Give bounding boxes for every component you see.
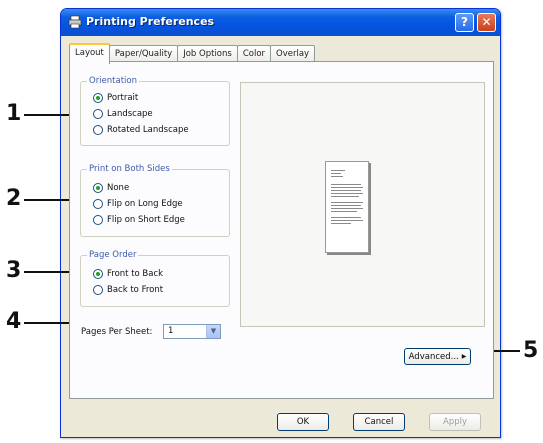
radio-unchecked-icon[interactable] xyxy=(93,285,103,295)
radio-portrait-label: Portrait xyxy=(107,93,139,103)
printer-icon xyxy=(68,15,82,29)
layout-tab-panel: Orientation Portrait Landscape Rotated L… xyxy=(69,61,494,399)
tab-strip: Layout Paper/Quality Job Options Color O… xyxy=(69,43,316,64)
callout-5: 5 xyxy=(523,338,539,363)
document-preview-icon xyxy=(325,161,369,253)
title-bar[interactable]: Printing Preferences ? ✕ xyxy=(61,9,500,36)
radio-back-to-front[interactable]: Back to Front xyxy=(93,285,163,295)
radio-front-to-back-label: Front to Back xyxy=(107,269,164,279)
callout-1: 1 xyxy=(6,101,22,126)
radio-front-to-back[interactable]: Front to Back xyxy=(93,269,163,279)
chevron-down-icon[interactable]: ▼ xyxy=(206,325,220,338)
radio-flip-short-edge-label: Flip on Short Edge xyxy=(107,215,185,225)
radio-back-to-front-label: Back to Front xyxy=(107,285,164,295)
radio-unchecked-icon[interactable] xyxy=(93,125,103,135)
pages-per-sheet-value: 1 xyxy=(168,326,174,336)
radio-unchecked-icon[interactable] xyxy=(93,199,103,209)
page-order-group-label: Page Order xyxy=(87,250,139,260)
cancel-button[interactable]: Cancel xyxy=(353,413,405,431)
radio-landscape[interactable]: Landscape xyxy=(93,109,153,119)
arrow-right-icon: ▶ xyxy=(461,353,467,360)
radio-portrait[interactable]: Portrait xyxy=(93,93,138,103)
radio-none-label: None xyxy=(107,183,130,193)
pages-per-sheet-label: Pages Per Sheet: xyxy=(81,327,153,337)
radio-unchecked-icon[interactable] xyxy=(93,215,103,225)
help-button[interactable]: ? xyxy=(455,13,474,32)
radio-none[interactable]: None xyxy=(93,183,129,193)
print-both-sides-group-label: Print on Both Sides xyxy=(87,164,172,174)
page-preview xyxy=(240,82,485,327)
radio-checked-icon[interactable] xyxy=(93,269,103,279)
window-title: Printing Preferences xyxy=(86,15,215,28)
radio-rotated-landscape-label: Rotated Landscape xyxy=(107,125,189,135)
ok-button[interactable]: OK xyxy=(277,413,329,431)
radio-landscape-label: Landscape xyxy=(107,109,153,119)
apply-button[interactable]: Apply xyxy=(429,413,481,431)
page-order-group: Page Order Front to Back Back to Front xyxy=(80,250,230,307)
tab-layout[interactable]: Layout xyxy=(69,43,110,64)
radio-checked-icon[interactable] xyxy=(93,183,103,193)
close-button[interactable]: ✕ xyxy=(477,13,496,32)
callout-2: 2 xyxy=(6,186,22,211)
advanced-button[interactable]: Advanced... ▶ xyxy=(404,348,471,365)
radio-flip-long-edge[interactable]: Flip on Long Edge xyxy=(93,199,183,209)
pages-per-sheet-select[interactable]: 1 ▼ xyxy=(163,324,221,339)
callout-4: 4 xyxy=(6,309,22,334)
orientation-group-label: Orientation xyxy=(87,76,139,86)
printing-preferences-dialog: Printing Preferences ? ✕ Layout Paper/Qu… xyxy=(60,8,501,438)
orientation-group: Orientation Portrait Landscape Rotated L… xyxy=(80,76,230,146)
print-both-sides-group: Print on Both Sides None Flip on Long Ed… xyxy=(80,164,230,237)
radio-flip-short-edge[interactable]: Flip on Short Edge xyxy=(93,215,185,225)
callout-3: 3 xyxy=(6,258,22,283)
radio-rotated-landscape[interactable]: Rotated Landscape xyxy=(93,125,189,135)
advanced-button-label: Advanced... xyxy=(408,351,459,362)
radio-flip-long-edge-label: Flip on Long Edge xyxy=(107,199,183,209)
radio-checked-icon[interactable] xyxy=(93,93,103,103)
radio-unchecked-icon[interactable] xyxy=(93,109,103,119)
